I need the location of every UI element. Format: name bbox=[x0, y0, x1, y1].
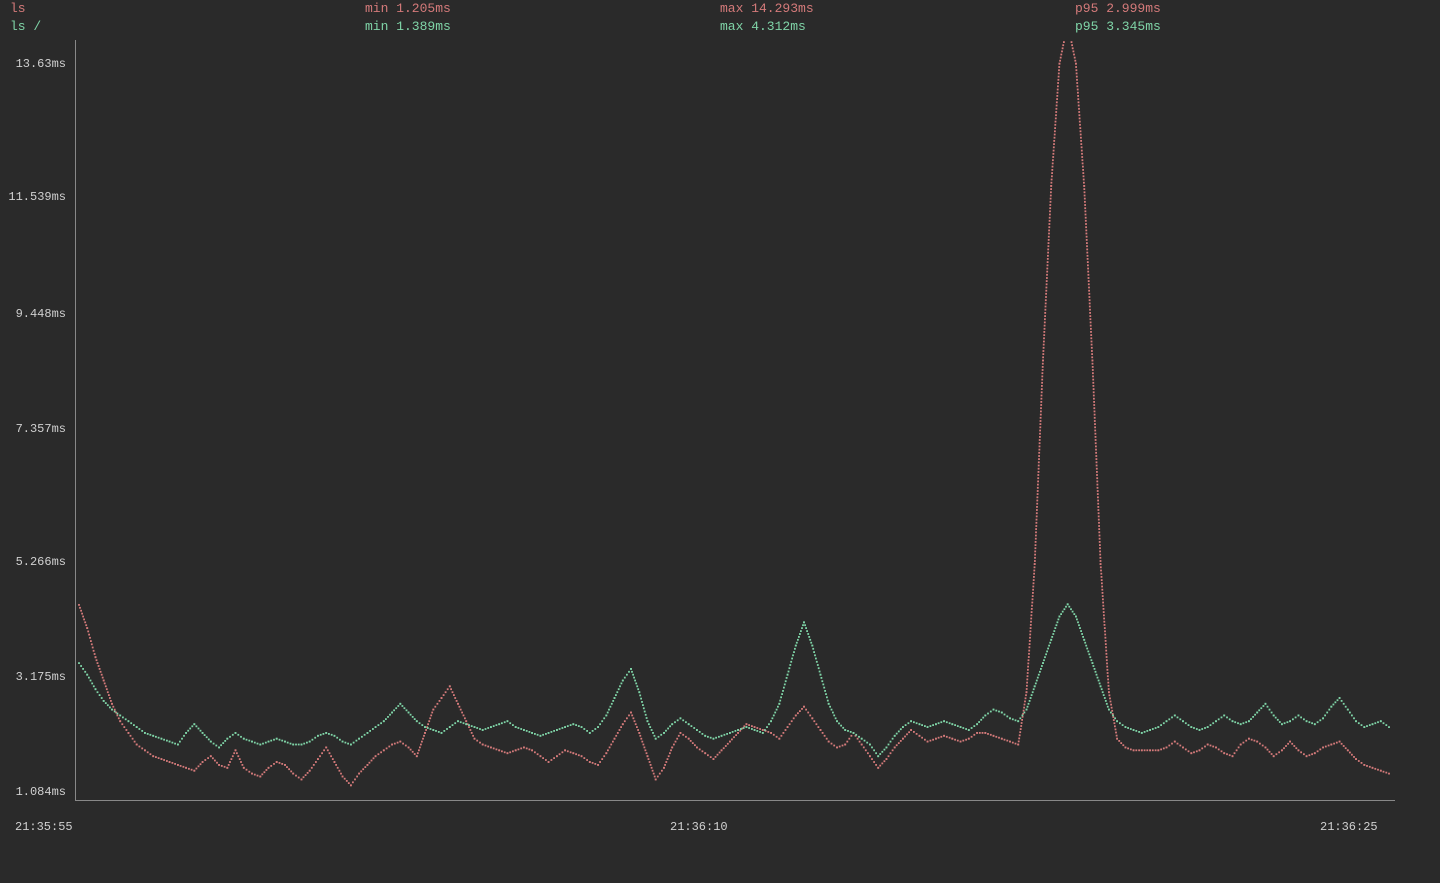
y-tick-3: 7.357ms bbox=[6, 422, 66, 436]
y-tick-4: 5.266ms bbox=[6, 555, 66, 569]
legend-col-min: min 1.205ms min 1.389ms bbox=[365, 0, 720, 36]
series-a-line bbox=[78, 40, 1390, 786]
legend-series-a-p95: p95 2.999ms bbox=[1075, 0, 1430, 18]
legend-col-p95: p95 2.999ms p95 3.345ms bbox=[1075, 0, 1430, 36]
legend-series-b-p95: p95 3.345ms bbox=[1075, 18, 1430, 36]
y-tick-5: 3.175ms bbox=[6, 670, 66, 684]
x-tick-1: 21:36:10 bbox=[670, 820, 728, 834]
legend-col-name: ls ls / bbox=[10, 0, 365, 36]
legend-series-a-max: max 14.293ms bbox=[720, 0, 1075, 18]
x-tick-2: 21:36:25 bbox=[1320, 820, 1378, 834]
legend-series-a-min: min 1.205ms bbox=[365, 0, 720, 18]
legend-col-max: max 14.293ms max 4.312ms bbox=[720, 0, 1075, 36]
y-tick-2: 9.448ms bbox=[6, 307, 66, 321]
legend-series-b-name: ls / bbox=[10, 18, 365, 36]
y-tick-6: 1.084ms bbox=[6, 785, 66, 799]
latency-chart bbox=[75, 40, 1435, 810]
chart-legend: ls ls / min 1.205ms min 1.389ms max 14.2… bbox=[10, 0, 1430, 36]
y-tick-1: 11.539ms bbox=[6, 190, 66, 204]
legend-series-b-min: min 1.389ms bbox=[365, 18, 720, 36]
x-tick-0: 21:35:55 bbox=[15, 820, 73, 834]
legend-series-a-name: ls bbox=[10, 0, 365, 18]
legend-series-b-max: max 4.312ms bbox=[720, 18, 1075, 36]
series-b-line bbox=[78, 603, 1390, 757]
y-tick-0: 13.63ms bbox=[6, 57, 66, 71]
